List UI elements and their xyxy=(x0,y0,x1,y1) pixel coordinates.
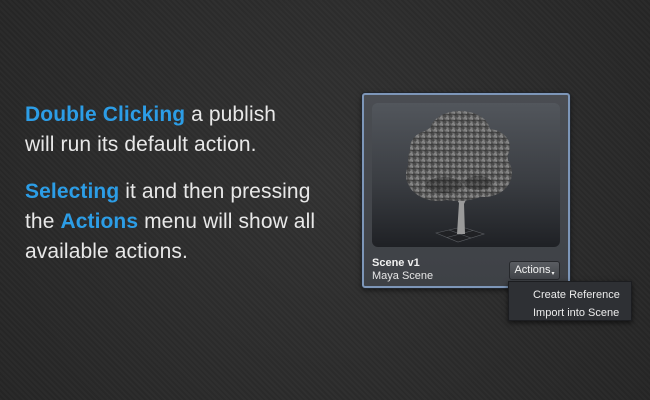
instruction-text: a publish xyxy=(185,103,277,126)
publish-thumbnail[interactable] xyxy=(372,103,560,247)
highlight-selecting: Selecting xyxy=(25,180,120,203)
instruction-text: menu will show all xyxy=(138,210,316,233)
menu-item-create-reference[interactable]: Create Reference xyxy=(509,286,631,304)
tree-render-icon xyxy=(406,111,512,243)
instruction-text: the xyxy=(25,210,61,233)
publish-title: Scene v1 xyxy=(372,257,420,269)
instructions-text: Double Clicking a publish will run its de… xyxy=(25,100,355,284)
instruction-text: will run its default action. xyxy=(25,133,257,156)
publish-item-card[interactable]: Scene v1 Maya Scene Actions▾ xyxy=(362,93,570,288)
instruction-paragraph-1: Double Clicking a publish will run its de… xyxy=(25,100,355,160)
actions-button[interactable]: Actions▾ xyxy=(509,261,560,280)
actions-button-label: Actions xyxy=(514,264,551,276)
chevron-down-icon: ▾ xyxy=(551,271,555,277)
menu-item-import-into-scene[interactable]: Import into Scene xyxy=(509,304,631,322)
actions-dropdown-menu: Create Reference Import into Scene xyxy=(508,281,632,321)
highlight-actions: Actions xyxy=(60,210,139,233)
highlight-double-clicking: Double Clicking xyxy=(25,103,186,126)
instruction-paragraph-2: Selecting it and then pressing the Action… xyxy=(25,177,355,267)
publish-type: Maya Scene xyxy=(372,270,434,282)
instruction-text: it and then pressing xyxy=(119,180,311,203)
instruction-text: available actions. xyxy=(25,240,188,263)
